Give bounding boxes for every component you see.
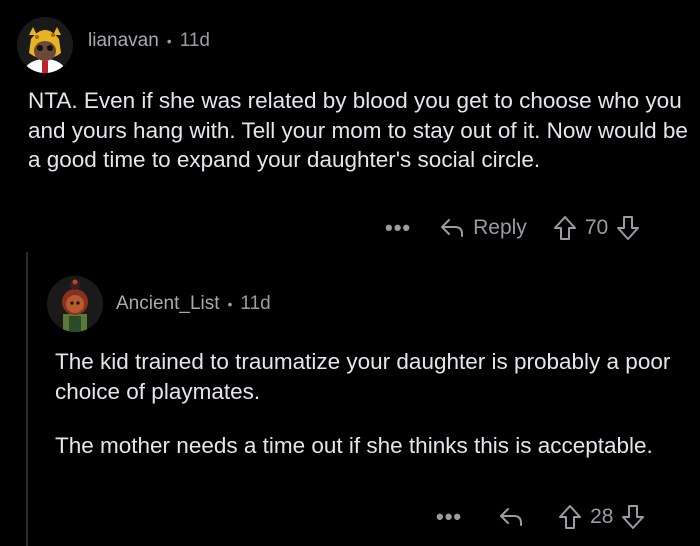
- comment-body: The mother needs a time out if she think…: [55, 433, 653, 458]
- reply-icon[interactable]: [498, 506, 524, 528]
- separator-dot: •: [166, 33, 172, 49]
- reply-icon: [439, 217, 465, 239]
- thread-line[interactable]: [26, 252, 28, 546]
- comment-age: 11d: [179, 30, 210, 51]
- user-avatar[interactable]: [47, 276, 103, 332]
- reply-button[interactable]: Reply: [439, 216, 527, 240]
- username[interactable]: Ancient_List: [116, 293, 220, 315]
- comment-actions: ••• 28: [436, 501, 645, 533]
- comment-meta: Ancient_List • 11d: [116, 293, 271, 315]
- more-options-button[interactable]: •••: [385, 215, 411, 241]
- comment-body: The kid trained to traumatize your daugh…: [55, 349, 671, 404]
- comment-age: 11d: [240, 293, 271, 314]
- comment-actions: ••• Reply 70: [385, 212, 640, 244]
- user-avatar[interactable]: [17, 17, 73, 73]
- comment-body: NTA. Even if she was related by blood yo…: [28, 88, 688, 172]
- comment-root: lianavan • 11d NTA. Even if she was rela…: [0, 0, 700, 546]
- more-options-button[interactable]: •••: [436, 504, 462, 530]
- downvote-icon[interactable]: [616, 215, 640, 241]
- upvote-icon[interactable]: [558, 504, 582, 530]
- username[interactable]: lianavan: [88, 30, 159, 52]
- reply-label: Reply: [473, 216, 527, 239]
- vote-score: 28: [590, 505, 614, 528]
- downvote-icon[interactable]: [621, 504, 645, 530]
- upvote-icon[interactable]: [553, 215, 577, 241]
- comment-meta: lianavan • 11d: [88, 30, 210, 52]
- vote-score: 70: [584, 216, 609, 239]
- separator-dot: •: [227, 296, 233, 312]
